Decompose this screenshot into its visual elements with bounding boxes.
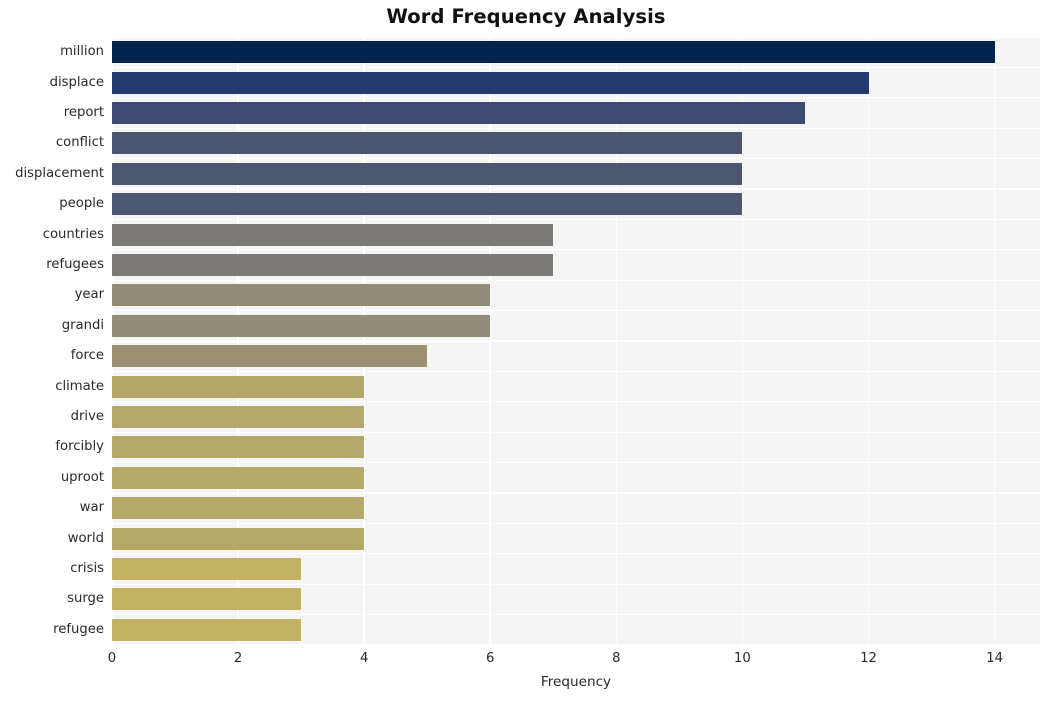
bar[interactable]: [112, 223, 554, 246]
bar[interactable]: [112, 436, 365, 459]
y-tick-label: crisis: [70, 561, 104, 576]
chart-title: Word Frequency Analysis: [386, 5, 666, 28]
x-axis-tick-labels: 0 2 4 6 8 10 12 14: [0, 651, 1052, 673]
bar[interactable]: [112, 284, 491, 307]
y-tick-label: force: [70, 348, 104, 364]
x-tick-label: 4: [359, 651, 369, 666]
plot-area: [112, 37, 1040, 645]
y-tick-label: grandi: [61, 317, 104, 333]
x-axis-label: Frequency: [540, 674, 612, 690]
bar[interactable]: [112, 527, 365, 550]
y-tick-label: uproot: [60, 469, 104, 485]
y-tick-label: surge: [67, 591, 104, 607]
x-tick-label: 12: [860, 651, 877, 666]
x-tick-label: 8: [612, 651, 621, 666]
bar[interactable]: [112, 71, 869, 94]
y-tick-label: world: [67, 530, 104, 546]
bar[interactable]: [112, 132, 743, 155]
y-tick-label: conflict: [55, 135, 104, 151]
x-tick-label: 14: [986, 651, 1003, 666]
y-tick-label: people: [59, 196, 104, 212]
bar[interactable]: [112, 102, 806, 124]
bar[interactable]: [112, 254, 554, 276]
bar[interactable]: [112, 497, 365, 520]
bar[interactable]: [112, 345, 428, 368]
bars-layer: [112, 37, 1040, 645]
bar[interactable]: [112, 375, 365, 398]
y-tick-label: climate: [55, 378, 104, 394]
y-tick-label: countries: [42, 226, 104, 242]
bar[interactable]: [112, 193, 743, 216]
bar[interactable]: [112, 41, 995, 64]
y-axis-tick-labels: million displace report conflict displacemen…: [0, 37, 104, 645]
y-tick-label: drive: [70, 409, 104, 424]
y-tick-label: war: [79, 500, 104, 516]
bar[interactable]: [112, 162, 743, 185]
x-tick-label: 6: [486, 651, 495, 666]
bar[interactable]: [112, 314, 491, 337]
x-tick-label: 0: [107, 651, 117, 666]
y-tick-label: refugees: [46, 257, 104, 272]
y-tick-label: report: [63, 105, 104, 120]
x-tick-label: 10: [734, 651, 751, 666]
bar[interactable]: [112, 588, 302, 611]
bar[interactable]: [112, 558, 302, 580]
x-tick-label: 2: [233, 651, 243, 666]
y-tick-label: displace: [49, 74, 104, 90]
bar[interactable]: [112, 406, 365, 428]
y-tick-label: refugee: [53, 621, 104, 637]
y-tick-label: year: [74, 287, 104, 303]
bar[interactable]: [112, 618, 302, 641]
bar[interactable]: [112, 466, 365, 489]
y-tick-label: million: [60, 44, 104, 60]
chart-figure: Word Frequency Analysis million displace r…: [0, 0, 1052, 701]
y-tick-label: displacement: [15, 165, 104, 181]
y-tick-label: forcibly: [55, 439, 104, 455]
